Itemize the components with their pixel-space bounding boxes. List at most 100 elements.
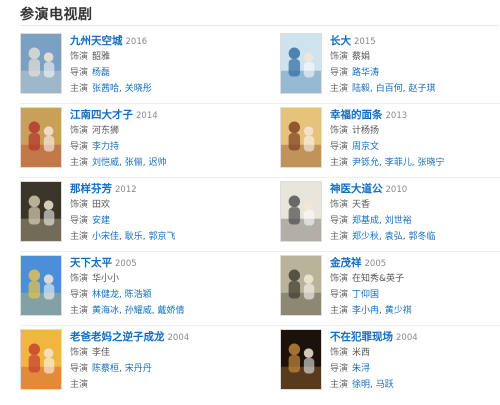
drama-role-line: 饰演 田欢 [70,197,256,213]
drama-director-value[interactable]: 周京文 [352,142,379,152]
drama-cast-line: 主演 陆毅, 白百何, 赵子琪 [330,81,500,97]
drama-role-line: 饰演 韶雅 [70,49,256,65]
drama-director-line: 导演 安建 [70,213,256,229]
drama-cast-value[interactable]: 郑少秋, 袁弘, 郭冬临 [352,232,435,242]
drama-info: 幸福的面条 2013 饰演 计杨扬 导演 周京文 主演 尹铄允, 李菲儿, 张晓宁 [330,107,500,171]
drama-title-link[interactable]: 九州天空城 [70,35,123,47]
drama-role-label: 饰演 [70,52,89,62]
drama-cast-label: 主演 [70,380,89,390]
poster-laoba-icon[interactable] [20,329,62,390]
drama-cast-line: 主演 刘恺威, 张俪, 迟帅 [70,155,256,171]
poster-shenyi-icon[interactable] [280,181,322,242]
drama-cast-line: 主演 李小冉, 黄少祺 [330,303,500,319]
drama-cast-label: 主演 [330,84,349,94]
poster-nayang-icon[interactable] [20,181,62,242]
drama-cast-line: 主演 [70,377,256,393]
drama-cast-label: 主演 [330,380,349,390]
drama-cast-value[interactable]: 陆毅, 白百何, 赵子琪 [352,84,435,94]
drama-director-line: 导演 陈蔡桓, 宋丹丹 [70,361,256,377]
drama-director-label: 导演 [330,68,349,78]
drama-role-label: 饰演 [330,200,349,210]
poster-tianxia-icon[interactable] [20,255,62,316]
drama-director-line: 导演 朱浔 [330,361,500,377]
drama-cast-label: 主演 [70,232,89,242]
drama-info: 那样芬芳 2012 饰演 田欢 导演 安建 主演 小宋佳, 耿乐, 郭京飞 [70,181,256,245]
drama-card: 神医大道公 2010 饰演 天香 导演 郑基成, 刘世裕 主演 郑少秋, 袁弘, 郭冬临 [280,181,500,247]
drama-role-label: 饰演 [70,200,89,210]
drama-title-link[interactable]: 神医大道公 [330,183,383,195]
drama-role-line: 饰演 华小小 [70,271,256,287]
drama-director-value[interactable]: 李力持 [92,142,119,152]
drama-card: 九州天空城 2016 饰演 韶雅 导演 杨磊 主演 张茜哈, 关晓彤 [20,33,256,99]
drama-year: 2004 [396,333,418,343]
poster-jiangnan-icon[interactable] [20,107,62,168]
drama-cast-value[interactable]: 尹铄允, 李菲儿, 张晓宁 [352,158,444,168]
drama-title-link[interactable]: 不在犯罪现场 [330,331,393,343]
drama-role-line: 饰演 天香 [330,197,500,213]
drama-title-line: 金茂祥 2005 [330,255,500,271]
drama-cast-value[interactable]: 张茜哈, 关晓彤 [92,84,152,94]
drama-director-value[interactable]: 安建 [92,216,110,226]
drama-title-line: 不在犯罪现场 2004 [330,329,500,345]
drama-director-line: 导演 李力持 [70,139,256,155]
drama-card: 那样芬芳 2012 饰演 田欢 导演 安建 主演 小宋佳, 耿乐, 郭京飞 [20,181,256,247]
drama-title-link[interactable]: 幸福的面条 [330,109,383,121]
poster-jinmao-icon[interactable] [280,255,322,316]
poster-xingfu-icon[interactable] [280,107,322,168]
drama-card: 长大 2015 饰演 蔡娟 导演 路华涛 主演 陆毅, 白百何, 赵子琪 [280,33,500,99]
drama-title-line: 九州天空城 2016 [70,33,256,49]
drama-year: 2010 [385,185,408,195]
drama-title-link[interactable]: 那样芬芳 [70,183,112,195]
drama-cast-value[interactable]: 黄海冰, 孙耀威, 戴娇倩 [92,306,184,316]
drama-role-value: 米西 [352,348,371,358]
drama-title-link[interactable]: 老爸老妈之逆子成龙 [70,331,165,343]
drama-director-value[interactable]: 郑基成, 刘世裕 [352,216,412,226]
drama-year: 2016 [125,37,148,47]
drama-cast-value[interactable]: 小宋佳, 耿乐, 郭京飞 [92,232,175,242]
drama-director-value[interactable]: 朱浔 [352,364,370,374]
drama-role-label: 饰演 [330,52,349,62]
drama-cast-line: 主演 徐明, 马跃 [330,377,500,393]
drama-director-value[interactable]: 杨磊 [92,68,110,78]
drama-role-label: 饰演 [330,274,349,284]
drama-year: 2014 [136,111,158,121]
drama-director-value[interactable]: 林健龙, 陈浩颖 [92,290,152,300]
drama-title-link[interactable]: 江南四大才子 [70,109,133,121]
drama-cast-label: 主演 [70,84,89,94]
drama-role-label: 饰演 [70,274,89,284]
drama-director-line: 导演 郑基成, 刘世裕 [330,213,500,229]
drama-director-value[interactable]: 丁仰国 [352,290,379,300]
drama-cast-line: 主演 郑少秋, 袁弘, 郭冬临 [330,229,500,245]
drama-cast-value[interactable]: 刘恺威, 张俪, 迟帅 [92,158,166,168]
drama-cast-value[interactable]: 徐明, 马跃 [352,380,394,390]
drama-year: 2005 [364,259,387,269]
drama-year: 2005 [115,259,137,269]
poster-bufan-icon[interactable] [280,329,322,390]
drama-cast-label: 主演 [330,306,349,316]
drama-role-line: 饰演 在知秀&英子 [330,271,500,287]
drama-role-value: 天香 [352,200,371,210]
drama-role-line: 饰演 米西 [330,345,500,361]
drama-director-label: 导演 [330,364,349,374]
poster-jiuzhou-icon[interactable] [20,33,62,94]
drama-info: 九州天空城 2016 饰演 韶雅 导演 杨磊 主演 张茜哈, 关晓彤 [70,33,256,97]
drama-director-line: 导演 杨磊 [70,65,256,81]
drama-director-value[interactable]: 路华涛 [352,68,379,78]
drama-row: 江南四大才子 2014 饰演 河东狮 导演 李力持 主演 刘恺威, 张俪, 迟帅 幸福的面条 20… [20,104,500,178]
drama-cast-label: 主演 [330,158,349,168]
section-title: 参演电视剧 [20,7,93,23]
drama-director-label: 导演 [330,290,349,300]
drama-title-link[interactable]: 金茂祥 [330,257,362,269]
drama-cast-line: 主演 尹铄允, 李菲儿, 张晓宁 [330,155,500,171]
drama-cast-label: 主演 [70,306,89,316]
drama-title-link[interactable]: 天下太平 [70,257,112,269]
poster-zhangda-icon[interactable] [280,33,322,94]
drama-cast-value[interactable]: 李小冉, 黄少祺 [352,306,412,316]
drama-card: 老爸老妈之逆子成龙 2004 饰演 李佳 导演 陈蔡桓, 宋丹丹 主演 [20,329,256,395]
drama-card: 金茂祥 2005 饰演 在知秀&英子 导演 丁仰国 主演 李小冉, 黄少祺 [280,255,500,321]
drama-info: 老爸老妈之逆子成龙 2004 饰演 李佳 导演 陈蔡桓, 宋丹丹 主演 [70,329,256,393]
drama-director-value[interactable]: 陈蔡桓, 宋丹丹 [92,364,152,374]
drama-title-link[interactable]: 长大 [330,35,351,47]
drama-role-line: 饰演 蔡娟 [330,49,500,65]
drama-title-line: 长大 2015 [330,33,500,49]
